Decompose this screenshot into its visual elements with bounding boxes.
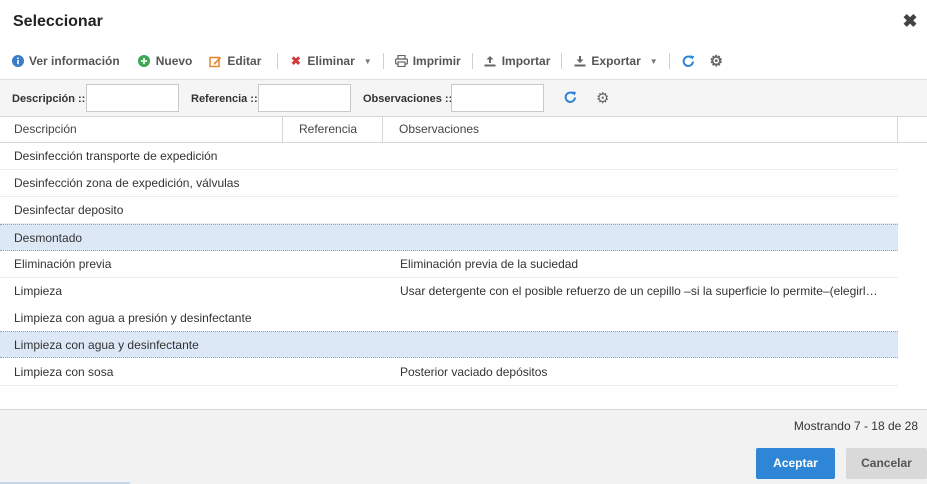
- download-icon: [573, 55, 586, 68]
- filter-bar: Descripción :: Referencia :: Observacion…: [0, 79, 927, 117]
- cell-descripcion: Limpieza con agua y desinfectante: [14, 338, 199, 352]
- delete-icon: ✖: [290, 54, 301, 68]
- eliminar-button[interactable]: ✖ Eliminar ▼: [289, 54, 372, 68]
- plus-circle-icon: [138, 55, 151, 68]
- cell-descripcion: Limpieza con sosa: [14, 365, 114, 379]
- toolbar-divider: [382, 53, 384, 69]
- cell-observaciones: [400, 332, 890, 358]
- toolbar-divider: [668, 53, 670, 69]
- cell-descripcion: Desinfección zona de expedición, válvula…: [14, 176, 240, 190]
- table-row[interactable]: Limpieza con sosa Posterior vaciado depó…: [0, 359, 898, 386]
- paging-info: Mostrando 7 - 18 de 28: [793, 419, 918, 433]
- cell-descripcion: Desmontado: [14, 231, 83, 245]
- dialog-title: Seleccionar: [13, 13, 103, 30]
- referencia-filter-label: Referencia ::: [191, 93, 258, 105]
- eliminar-label: Eliminar: [307, 54, 355, 68]
- grid-header: Descripción Referencia Observaciones: [0, 117, 927, 143]
- toolbar-divider: [471, 53, 473, 69]
- cell-observaciones: [400, 225, 890, 251]
- referencia-filter-input[interactable]: [258, 84, 351, 112]
- toolbar: Ver información Nuevo Editar ✖ Eliminar …: [0, 48, 927, 74]
- refresh-button[interactable]: [681, 54, 696, 69]
- grid-body: Desinfección transporte de expedición De…: [0, 143, 898, 409]
- accept-button[interactable]: Aceptar: [756, 448, 835, 479]
- imprimir-label: Imprimir: [412, 54, 461, 68]
- column-header-referencia[interactable]: Referencia: [283, 117, 383, 142]
- upload-icon: [484, 55, 497, 68]
- ver-informacion-label: Ver información: [29, 54, 120, 68]
- exportar-button[interactable]: Exportar ▼: [573, 54, 658, 68]
- cell-observaciones: [400, 170, 890, 196]
- cell-descripcion: Limpieza con agua a presión y desinfecta…: [14, 311, 252, 325]
- toolbar-divider: [277, 53, 279, 69]
- cell-descripcion: Limpieza: [14, 284, 63, 298]
- dialog-titlebar: Seleccionar ✖: [0, 0, 927, 44]
- table-row[interactable]: Limpieza con agua a presión y desinfecta…: [0, 305, 898, 332]
- table-row[interactable]: Desinfección transporte de expedición: [0, 143, 898, 170]
- table-row-selected[interactable]: Limpieza con agua y desinfectante: [0, 331, 898, 358]
- info-icon: [11, 55, 24, 68]
- cell-observaciones: [400, 197, 890, 223]
- toolbar-divider: [561, 53, 563, 69]
- imprimir-button[interactable]: Imprimir: [394, 54, 461, 68]
- cancel-button[interactable]: Cancelar: [846, 448, 927, 479]
- close-icon[interactable]: ✖: [901, 12, 919, 30]
- dialog-footer: Mostrando 7 - 18 de 28 Aceptar Cancelar: [0, 409, 927, 484]
- cell-descripcion: Desinfección transporte de expedición: [14, 149, 218, 163]
- table-row[interactable]: Desinfección zona de expedición, válvula…: [0, 170, 898, 197]
- settings-button[interactable]: ⚙: [709, 53, 723, 70]
- cell-descripcion: Eliminación previa: [14, 257, 112, 271]
- column-header-observaciones[interactable]: Observaciones: [383, 117, 898, 142]
- descripcion-filter-label: Descripción ::: [12, 93, 86, 105]
- nuevo-label: Nuevo: [155, 54, 193, 68]
- refresh-icon: [681, 54, 696, 69]
- cell-descripcion: Desinfectar deposito: [14, 203, 124, 217]
- descripcion-filter-input[interactable]: [86, 84, 179, 112]
- importar-label: Importar: [501, 54, 551, 68]
- observaciones-filter-label: Observaciones ::: [363, 93, 453, 105]
- table-row-selected[interactable]: Desmontado: [0, 224, 898, 251]
- table-row[interactable]: Limpieza Usar detergente con el posible …: [0, 278, 898, 305]
- table-row[interactable]: Eliminación previa Eliminación previa de…: [0, 251, 898, 278]
- refresh-icon[interactable]: [563, 90, 578, 108]
- exportar-label: Exportar: [591, 54, 641, 68]
- ver-informacion-button[interactable]: Ver información: [11, 54, 120, 68]
- cell-observaciones: Usar detergente con el posible refuerzo …: [400, 284, 878, 298]
- importar-button[interactable]: Importar: [484, 54, 551, 68]
- observaciones-filter-input[interactable]: [451, 84, 544, 112]
- editar-label: Editar: [227, 54, 262, 68]
- print-icon: [394, 55, 408, 68]
- column-header-descripcion[interactable]: Descripción: [0, 117, 283, 142]
- table-row[interactable]: Desinfectar deposito: [0, 197, 898, 224]
- editar-button[interactable]: Editar: [209, 54, 261, 68]
- gear-icon: ⚙: [709, 53, 723, 70]
- cell-observaciones: Eliminación previa de la suciedad: [400, 257, 579, 271]
- chevron-down-icon: ▼: [649, 56, 658, 66]
- gear-icon[interactable]: ⚙: [596, 89, 609, 107]
- cell-observaciones: Posterior vaciado depósitos: [400, 365, 548, 379]
- cell-observaciones: [400, 143, 890, 169]
- chevron-down-icon: ▼: [363, 56, 372, 66]
- nuevo-button[interactable]: Nuevo: [138, 54, 193, 68]
- edit-icon: [209, 55, 222, 68]
- cell-observaciones: [400, 305, 890, 331]
